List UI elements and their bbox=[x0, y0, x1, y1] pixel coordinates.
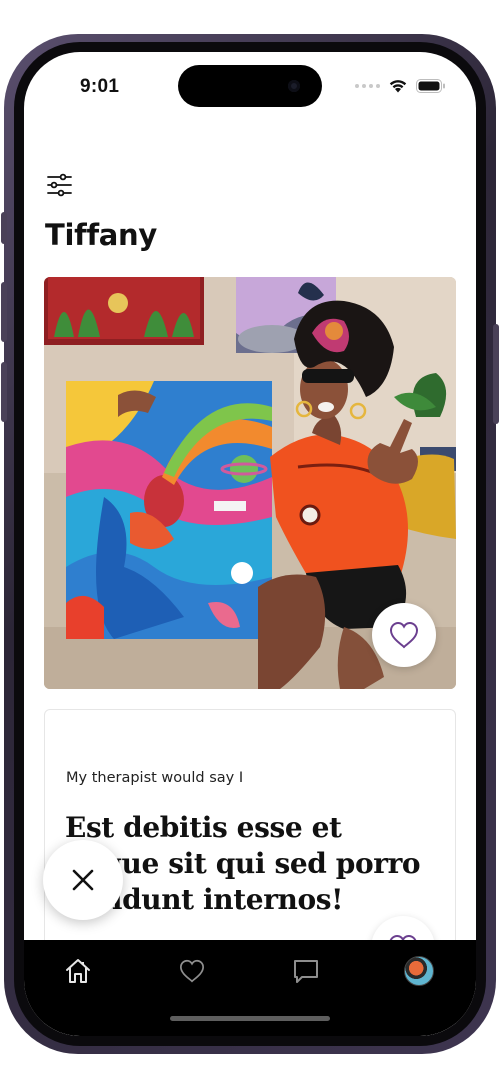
profile-photo[interactable] bbox=[44, 277, 456, 689]
close-icon bbox=[72, 869, 94, 891]
dynamic-island bbox=[178, 65, 322, 107]
sliders-icon bbox=[47, 173, 72, 197]
wifi-icon bbox=[389, 80, 407, 93]
tab-home[interactable] bbox=[58, 954, 98, 988]
skip-button[interactable] bbox=[43, 840, 123, 920]
heart-icon bbox=[389, 621, 419, 649]
profile-name: Tiffany bbox=[45, 218, 157, 252]
tab-profile[interactable] bbox=[399, 954, 439, 988]
status-time: 9:01 bbox=[80, 76, 120, 97]
tab-likes[interactable] bbox=[172, 954, 212, 988]
home-indicator[interactable] bbox=[170, 1016, 330, 1021]
home-icon bbox=[66, 959, 90, 983]
volume-up-button bbox=[1, 282, 7, 342]
tab-messages[interactable] bbox=[286, 954, 326, 988]
avatar bbox=[404, 956, 434, 986]
power-button bbox=[493, 324, 499, 424]
status-indicators bbox=[355, 78, 446, 93]
bottom-tab-bar bbox=[24, 940, 476, 1036]
chat-bubble-icon bbox=[294, 960, 318, 983]
heart-icon bbox=[179, 959, 205, 983]
front-camera bbox=[288, 80, 300, 92]
prompt-question: My therapist would say I bbox=[66, 770, 244, 786]
battery-icon bbox=[416, 78, 445, 93]
app-screen: 9:01 Tiffany My therapist would say I Es… bbox=[24, 52, 476, 1036]
filter-button[interactable] bbox=[45, 170, 75, 200]
cellular-signal-icon bbox=[355, 83, 380, 88]
like-photo-button[interactable] bbox=[372, 603, 436, 667]
volume-down-button bbox=[1, 362, 7, 422]
action-button bbox=[1, 212, 7, 244]
